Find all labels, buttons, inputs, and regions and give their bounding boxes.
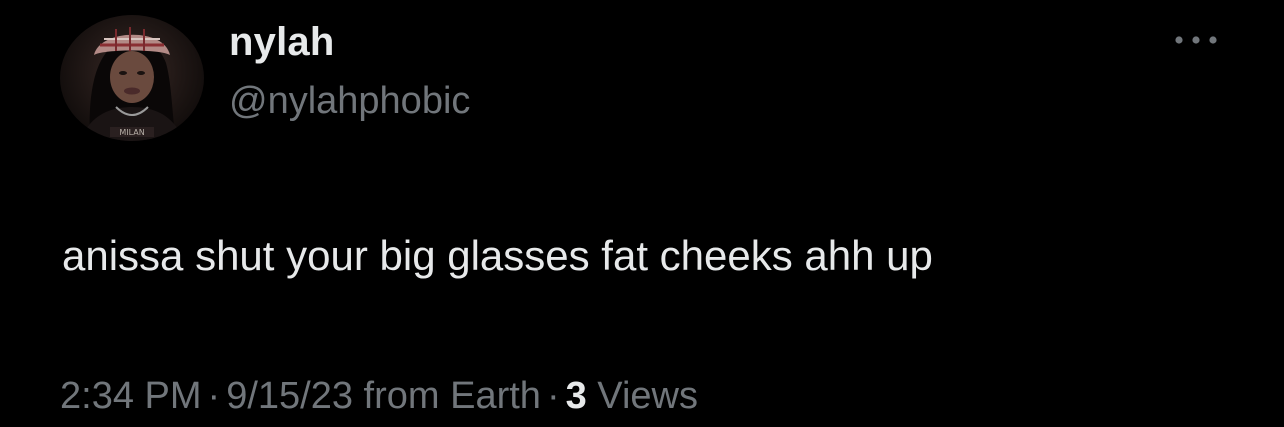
tweet-date[interactable]: 9/15/23 [226,375,353,417]
tweet-metadata: 2:34 PM · 9/15/23 from Earth · 3 Views [60,370,698,422]
tweet: MILAN nylah @nylahphobic anissa shut you… [0,0,1284,427]
more-options-button[interactable] [1168,20,1224,60]
user-handle[interactable]: @nylahphobic [229,78,470,124]
display-name[interactable]: nylah [229,18,334,66]
more-horizontal-icon [1175,36,1217,44]
separator-dot: · [207,375,221,417]
separator-dot: · [546,375,560,417]
tweet-text: anissa shut your big glasses fat cheeks … [62,232,933,279]
views-label[interactable]: Views [597,375,698,417]
tweet-time[interactable]: 2:34 PM [60,375,202,417]
avatar[interactable]: MILAN [60,15,204,141]
views-count[interactable]: 3 [566,375,587,417]
svg-text:MILAN: MILAN [119,128,144,137]
profile-photo-icon: MILAN [80,27,184,141]
tweet-source: from Earth [363,375,541,417]
